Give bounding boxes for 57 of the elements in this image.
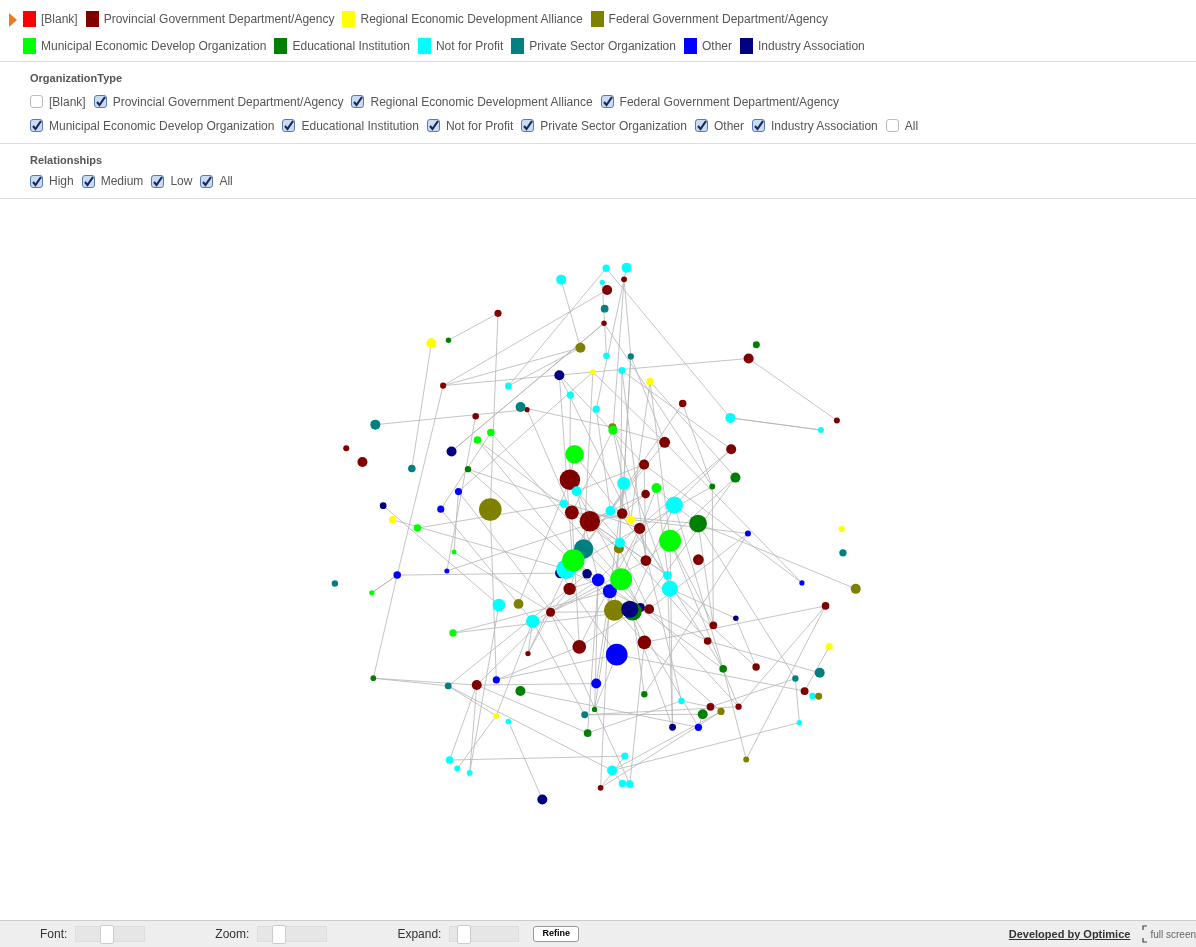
checkbox[interactable]: [351, 95, 365, 108]
checkbox-label: Municipal Economic Develop Organization: [49, 117, 275, 135]
slider-label: Font:: [40, 926, 68, 943]
refine-button[interactable]: Refine: [533, 926, 579, 942]
slider-thumb[interactable]: [457, 925, 471, 944]
checkbox-label: [Blank]: [49, 93, 86, 111]
checkbox[interactable]: [695, 119, 708, 132]
checkbox-label: Industry Association: [771, 117, 878, 135]
slider[interactable]: [75, 926, 146, 942]
checkbox-label: Educational Institution: [301, 117, 419, 135]
legend-label: Not for Profit: [435, 38, 504, 55]
legend-label: Municipal Economic Develop Organization: [41, 38, 267, 55]
checkbox[interactable]: [30, 95, 43, 108]
fullscreen-icon[interactable]: [1142, 925, 1149, 943]
checkbox-label: Not for Profit: [445, 117, 514, 135]
slider[interactable]: [449, 926, 520, 942]
legend-label: Regional Economic Development Alliance: [360, 11, 583, 28]
checkbox-label: All: [904, 117, 919, 135]
expand-arrow-icon[interactable]: [9, 13, 17, 27]
legend-label: Other: [702, 38, 732, 55]
checkbox-label: Medium: [100, 173, 144, 190]
checkbox-label: Private Sector Organization: [540, 117, 687, 135]
legend-label: Provincial Government Department/Agency: [103, 11, 335, 28]
network-graph-drawing[interactable]: [331, 262, 861, 805]
checkbox[interactable]: [30, 174, 43, 188]
checkbox-label: All: [219, 173, 233, 190]
slider-thumb[interactable]: [99, 925, 114, 944]
slider-label: Expand:: [397, 926, 442, 943]
slider-thumb[interactable]: [271, 925, 286, 944]
checkbox-label: Other: [714, 117, 744, 135]
checkbox-label: Regional Economic Development Alliance: [370, 93, 593, 111]
checkbox-label: High: [49, 173, 74, 190]
checkbox[interactable]: [282, 119, 296, 132]
legend-label: [Blank]: [41, 11, 78, 28]
legend-label: Industry Association: [758, 38, 865, 55]
checkbox-label: Provincial Government Department/Agency: [112, 93, 344, 111]
checkbox[interactable]: [30, 119, 43, 132]
legend-label: Federal Government Department/Agency: [608, 11, 829, 28]
checkbox[interactable]: [426, 119, 440, 132]
checkbox[interactable]: [93, 95, 107, 108]
slider[interactable]: [257, 926, 328, 942]
checkbox[interactable]: [885, 119, 899, 132]
checkbox[interactable]: [752, 119, 765, 132]
legend-label: Private Sector Organization: [529, 38, 676, 55]
checkbox[interactable]: [600, 95, 614, 108]
slider-label: Zoom:: [215, 926, 250, 943]
checkbox-label: Low: [170, 173, 193, 190]
checkbox[interactable]: [81, 174, 95, 188]
fullscreen-link[interactable]: full screen: [1150, 926, 1196, 942]
credit-link[interactable]: Developed by Optimice: [1008, 925, 1131, 943]
legend-label: Educational Institution: [292, 38, 410, 55]
checkbox[interactable]: [200, 174, 214, 188]
section-title: Relationships: [30, 152, 104, 168]
checkbox-label: Federal Government Department/Agency: [619, 93, 840, 111]
checkbox[interactable]: [521, 119, 535, 132]
section-title: OrganizationType: [30, 71, 124, 86]
checkbox[interactable]: [151, 174, 165, 188]
